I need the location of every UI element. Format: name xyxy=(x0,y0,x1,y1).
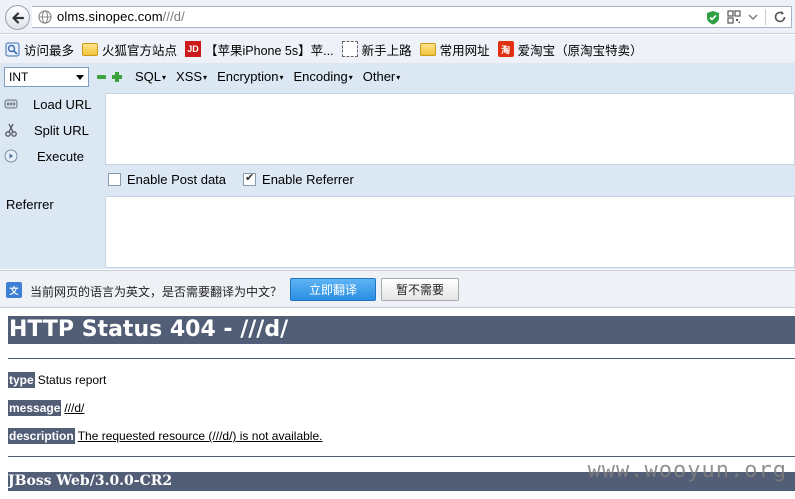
bookmarks-bar: 访问最多 火狐官方站点 JD 【苹果iPhone 5s】苹... 新手上路 常用… xyxy=(0,35,795,63)
divider xyxy=(8,358,795,359)
bookmark-firefox-official[interactable]: 火狐官方站点 xyxy=(82,40,177,59)
url-host: olms.sinopec.com xyxy=(57,9,163,24)
dropdown-arrow-icon xyxy=(76,75,84,80)
bookmark-ai-taobao[interactable]: 淘 爱淘宝（原淘宝特卖） xyxy=(497,40,643,59)
bookmark-getting-started[interactable]: 新手上路 xyxy=(341,40,412,59)
url-bar[interactable]: olms.sinopec.com///d/ xyxy=(32,6,792,28)
referrer-textarea[interactable] xyxy=(105,196,795,268)
increase-icon[interactable] xyxy=(112,72,122,82)
back-button[interactable] xyxy=(5,5,30,30)
url-text: olms.sinopec.com///d/ xyxy=(57,9,185,24)
refresh-icon[interactable] xyxy=(773,10,787,24)
navigation-bar: olms.sinopec.com///d/ xyxy=(0,0,795,34)
jd-icon: JD xyxy=(185,41,202,57)
enable-post-label: Enable Post data xyxy=(127,172,227,187)
bookmark-label: 常用网址 xyxy=(439,43,490,58)
message-value: ///d/ xyxy=(64,401,85,415)
play-icon xyxy=(4,149,18,163)
split-url-button[interactable]: Split URL xyxy=(0,119,104,141)
sql-type-select[interactable]: INT xyxy=(4,67,89,87)
watermark: www.wooyun.org xyxy=(587,458,787,483)
type-line: type Status report xyxy=(8,372,106,388)
enable-referrer-label: Enable Referrer xyxy=(262,172,354,187)
divider xyxy=(8,456,795,457)
scissors-icon xyxy=(4,123,18,137)
load-url-button[interactable]: Load URL xyxy=(0,93,104,115)
menu-encryption[interactable]: Encryption▾ xyxy=(217,69,283,84)
referrer-label: Referrer xyxy=(6,197,54,212)
enable-post-checkbox[interactable] xyxy=(108,173,121,186)
menu-xss[interactable]: XSS▾ xyxy=(176,69,207,84)
back-arrow-icon xyxy=(11,11,24,24)
url-textarea[interactable] xyxy=(105,93,795,165)
bookmark-label: 【苹果iPhone 5s】苹... xyxy=(205,43,334,58)
options-row: Enable Post data Enable Referrer xyxy=(108,171,354,187)
hackbar-panel: INT SQL▾ XSS▾ Encryption▾ Encoding▾ Othe… xyxy=(0,63,795,269)
decrease-icon[interactable] xyxy=(97,75,106,79)
search-icon xyxy=(4,41,20,57)
bookmark-common-sites[interactable]: 常用网址 xyxy=(419,40,490,59)
translate-now-button[interactable]: 立即翻译 xyxy=(290,278,376,301)
description-key: description xyxy=(8,428,75,444)
message-key: message xyxy=(8,400,62,416)
chevron-down-icon[interactable] xyxy=(748,13,758,21)
message-line: message ///d/ xyxy=(8,400,84,416)
menu-other[interactable]: Other▾ xyxy=(363,69,401,84)
qr-code-icon[interactable] xyxy=(727,10,741,24)
bookmark-label: 火狐官方站点 xyxy=(102,43,178,58)
folder-icon xyxy=(82,42,99,56)
taobao-icon: 淘 xyxy=(497,41,514,57)
dashed-box-icon xyxy=(341,41,358,57)
bookmark-label: 爱淘宝（原淘宝特卖） xyxy=(517,43,643,58)
not-now-button[interactable]: 暂不需要 xyxy=(381,278,459,301)
bookmark-label: 访问最多 xyxy=(24,43,75,58)
execute-button[interactable]: Execute xyxy=(0,145,104,167)
menu-sql[interactable]: SQL▾ xyxy=(135,69,166,84)
type-key: type xyxy=(8,372,35,388)
menu-encoding[interactable]: Encoding▾ xyxy=(294,69,353,84)
globe-icon xyxy=(38,10,52,24)
load-url-icon xyxy=(4,97,18,111)
url-path: ///d/ xyxy=(162,9,185,24)
description-value: The requested resource (///d/) is not av… xyxy=(77,429,323,443)
translate-icon: 文 xyxy=(6,282,22,298)
translate-bar: 文 当前网页的语言为英文，是否需要翻译为中文？ 立即翻译 暂不需要 xyxy=(0,270,795,308)
select-value: INT xyxy=(9,70,29,84)
enable-referrer-checkbox[interactable] xyxy=(243,171,257,186)
translate-message: 当前网页的语言为英文，是否需要翻译为中文？ xyxy=(30,285,283,299)
page-title: HTTP Status 404 - ///d/ xyxy=(8,316,795,344)
bookmark-most-visited[interactable]: 访问最多 xyxy=(4,40,74,59)
type-value: Status report xyxy=(37,373,107,387)
shield-icon[interactable] xyxy=(706,10,720,25)
hackbar-toolbar: INT SQL▾ XSS▾ Encryption▾ Encoding▾ Othe… xyxy=(0,63,795,91)
folder-icon xyxy=(419,42,436,56)
description-line: description The requested resource (///d… xyxy=(8,428,322,444)
bookmark-label: 新手上路 xyxy=(361,43,412,58)
bookmark-jd-iphone[interactable]: JD 【苹果iPhone 5s】苹... xyxy=(185,40,334,59)
page-content: HTTP Status 404 - ///d/ type Status repo… xyxy=(0,309,795,499)
